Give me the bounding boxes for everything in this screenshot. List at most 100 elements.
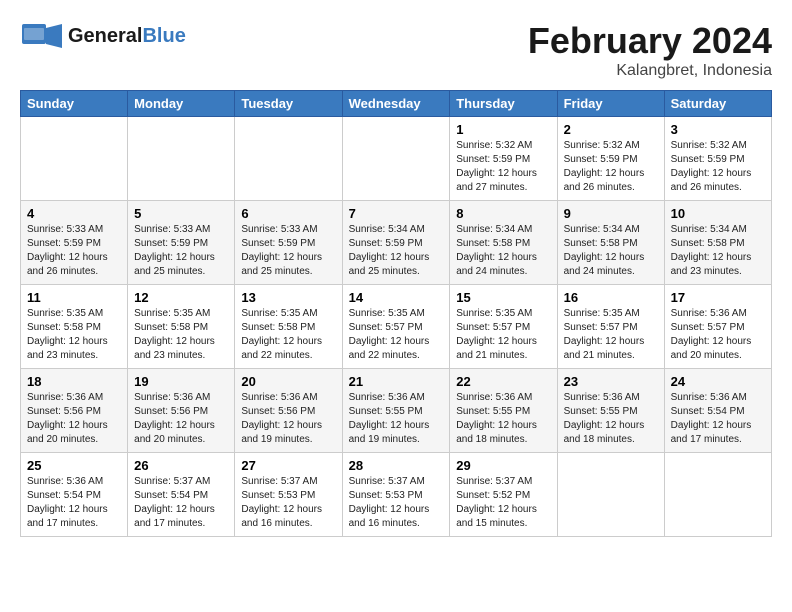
day-info: Sunrise: 5:32 AM Sunset: 5:59 PM Dayligh…	[671, 139, 765, 195]
day-number: 15	[456, 290, 550, 305]
calendar-header: SundayMondayTuesdayWednesdayThursdayFrid…	[21, 91, 772, 117]
calendar-cell: 11 Sunrise: 5:35 AM Sunset: 5:58 PM Dayli…	[21, 285, 128, 369]
page-header: GeneralBlue February 2024 Kalangbret, In…	[20, 20, 772, 80]
calendar-cell	[664, 453, 771, 537]
day-number: 13	[241, 290, 335, 305]
calendar-cell: 18Sunrise: 5:36 AM Sunset: 5:56 PM Dayli…	[21, 369, 128, 453]
calendar-cell: 26 Sunrise: 5:37 AM Sunset: 5:54 PM Dayli…	[128, 453, 235, 537]
calendar-cell	[128, 117, 235, 201]
calendar-cell: 25Sunrise: 5:36 AM Sunset: 5:54 PM Dayli…	[21, 453, 128, 537]
header-day-thursday: Thursday	[450, 91, 557, 117]
calendar-cell: 14 Sunrise: 5:35 AM Sunset: 5:57 PM Dayli…	[342, 285, 450, 369]
day-number: 19	[134, 374, 228, 389]
header-day-friday: Friday	[557, 91, 664, 117]
calendar-cell: 1 Sunrise: 5:32 AM Sunset: 5:59 PM Daylig…	[450, 117, 557, 201]
month-title: February 2024	[528, 20, 772, 62]
logo-text-blue: Blue	[142, 25, 185, 47]
title-block: February 2024 Kalangbret, Indonesia	[528, 20, 772, 80]
calendar-cell	[235, 117, 342, 201]
header-day-tuesday: Tuesday	[235, 91, 342, 117]
day-number: 12	[134, 290, 228, 305]
day-info: Sunrise: 5:34 AM Sunset: 5:58 PM Dayligh…	[671, 223, 765, 279]
calendar-week-4: 18Sunrise: 5:36 AM Sunset: 5:56 PM Dayli…	[21, 369, 772, 453]
day-number: 23	[564, 374, 658, 389]
day-number: 2	[564, 122, 658, 137]
day-number: 14	[349, 290, 444, 305]
day-info: Sunrise: 5:33 AM Sunset: 5:59 PM Dayligh…	[241, 223, 335, 279]
day-info: Sunrise: 5:36 AM Sunset: 5:57 PM Dayligh…	[671, 307, 765, 363]
day-info: Sunrise: 5:37 AM Sunset: 5:52 PM Dayligh…	[456, 475, 550, 531]
day-info: Sunrise: 5:35 AM Sunset: 5:57 PM Dayligh…	[349, 307, 444, 363]
calendar-cell: 22Sunrise: 5:36 AM Sunset: 5:55 PM Dayli…	[450, 369, 557, 453]
day-info: Sunrise: 5:37 AM Sunset: 5:53 PM Dayligh…	[349, 475, 444, 531]
calendar-cell: 29 Sunrise: 5:37 AM Sunset: 5:52 PM Dayli…	[450, 453, 557, 537]
logo-icon	[20, 20, 64, 52]
calendar-cell: 8 Sunrise: 5:34 AM Sunset: 5:58 PM Daylig…	[450, 201, 557, 285]
calendar-cell: 19 Sunrise: 5:36 AM Sunset: 5:56 PM Dayli…	[128, 369, 235, 453]
day-number: 11	[27, 290, 121, 305]
day-number: 28	[349, 458, 444, 473]
calendar-cell: 23 Sunrise: 5:36 AM Sunset: 5:55 PM Dayli…	[557, 369, 664, 453]
calendar-cell: 9Sunrise: 5:34 AM Sunset: 5:58 PM Daylig…	[557, 201, 664, 285]
day-number: 6	[241, 206, 335, 221]
day-info: Sunrise: 5:36 AM Sunset: 5:54 PM Dayligh…	[671, 391, 765, 447]
logo-text-general: General	[68, 25, 142, 47]
calendar-cell	[21, 117, 128, 201]
day-number: 10	[671, 206, 765, 221]
day-info: Sunrise: 5:35 AM Sunset: 5:58 PM Dayligh…	[241, 307, 335, 363]
day-info: Sunrise: 5:37 AM Sunset: 5:54 PM Dayligh…	[134, 475, 228, 531]
day-info: Sunrise: 5:36 AM Sunset: 5:54 PM Dayligh…	[27, 475, 121, 531]
calendar-cell: 16 Sunrise: 5:35 AM Sunset: 5:57 PM Dayli…	[557, 285, 664, 369]
day-number: 4	[27, 206, 121, 221]
calendar-cell: 27Sunrise: 5:37 AM Sunset: 5:53 PM Dayli…	[235, 453, 342, 537]
calendar-week-5: 25Sunrise: 5:36 AM Sunset: 5:54 PM Dayli…	[21, 453, 772, 537]
calendar-cell: 10 Sunrise: 5:34 AM Sunset: 5:58 PM Dayli…	[664, 201, 771, 285]
day-info: Sunrise: 5:36 AM Sunset: 5:56 PM Dayligh…	[27, 391, 121, 447]
calendar-body: 1 Sunrise: 5:32 AM Sunset: 5:59 PM Daylig…	[21, 117, 772, 537]
day-number: 29	[456, 458, 550, 473]
day-number: 7	[349, 206, 444, 221]
day-info: Sunrise: 5:36 AM Sunset: 5:55 PM Dayligh…	[564, 391, 658, 447]
day-number: 9	[564, 206, 658, 221]
calendar-cell: 12Sunrise: 5:35 AM Sunset: 5:58 PM Dayli…	[128, 285, 235, 369]
calendar-week-1: 1 Sunrise: 5:32 AM Sunset: 5:59 PM Daylig…	[21, 117, 772, 201]
calendar-cell	[557, 453, 664, 537]
calendar-cell: 15 Sunrise: 5:35 AM Sunset: 5:57 PM Dayli…	[450, 285, 557, 369]
day-info: Sunrise: 5:35 AM Sunset: 5:57 PM Dayligh…	[456, 307, 550, 363]
day-number: 20	[241, 374, 335, 389]
day-info: Sunrise: 5:36 AM Sunset: 5:56 PM Dayligh…	[134, 391, 228, 447]
calendar-cell: 17 Sunrise: 5:36 AM Sunset: 5:57 PM Dayli…	[664, 285, 771, 369]
day-info: Sunrise: 5:35 AM Sunset: 5:58 PM Dayligh…	[27, 307, 121, 363]
header-day-saturday: Saturday	[664, 91, 771, 117]
day-info: Sunrise: 5:32 AM Sunset: 5:59 PM Dayligh…	[564, 139, 658, 195]
header-row: SundayMondayTuesdayWednesdayThursdayFrid…	[21, 91, 772, 117]
day-info: Sunrise: 5:34 AM Sunset: 5:58 PM Dayligh…	[456, 223, 550, 279]
day-info: Sunrise: 5:37 AM Sunset: 5:53 PM Dayligh…	[241, 475, 335, 531]
day-number: 3	[671, 122, 765, 137]
calendar-cell: 21 Sunrise: 5:36 AM Sunset: 5:55 PM Dayli…	[342, 369, 450, 453]
header-day-wednesday: Wednesday	[342, 91, 450, 117]
day-number: 8	[456, 206, 550, 221]
day-info: Sunrise: 5:36 AM Sunset: 5:55 PM Dayligh…	[349, 391, 444, 447]
day-number: 26	[134, 458, 228, 473]
calendar-cell: 5Sunrise: 5:33 AM Sunset: 5:59 PM Daylig…	[128, 201, 235, 285]
header-day-monday: Monday	[128, 91, 235, 117]
calendar-cell: 24 Sunrise: 5:36 AM Sunset: 5:54 PM Dayli…	[664, 369, 771, 453]
calendar-cell: 6 Sunrise: 5:33 AM Sunset: 5:59 PM Daylig…	[235, 201, 342, 285]
day-number: 24	[671, 374, 765, 389]
calendar-week-3: 11 Sunrise: 5:35 AM Sunset: 5:58 PM Dayli…	[21, 285, 772, 369]
calendar-cell: 7Sunrise: 5:34 AM Sunset: 5:59 PM Daylig…	[342, 201, 450, 285]
calendar-cell: 4 Sunrise: 5:33 AM Sunset: 5:59 PM Daylig…	[21, 201, 128, 285]
day-number: 22	[456, 374, 550, 389]
day-number: 21	[349, 374, 444, 389]
calendar-cell: 13 Sunrise: 5:35 AM Sunset: 5:58 PM Dayli…	[235, 285, 342, 369]
day-number: 16	[564, 290, 658, 305]
day-info: Sunrise: 5:35 AM Sunset: 5:57 PM Dayligh…	[564, 307, 658, 363]
calendar-cell: 2 Sunrise: 5:32 AM Sunset: 5:59 PM Daylig…	[557, 117, 664, 201]
day-info: Sunrise: 5:33 AM Sunset: 5:59 PM Dayligh…	[27, 223, 121, 279]
logo: GeneralBlue	[20, 20, 186, 52]
day-info: Sunrise: 5:32 AM Sunset: 5:59 PM Dayligh…	[456, 139, 550, 195]
day-number: 1	[456, 122, 550, 137]
calendar-table: SundayMondayTuesdayWednesdayThursdayFrid…	[20, 90, 772, 537]
day-number: 17	[671, 290, 765, 305]
